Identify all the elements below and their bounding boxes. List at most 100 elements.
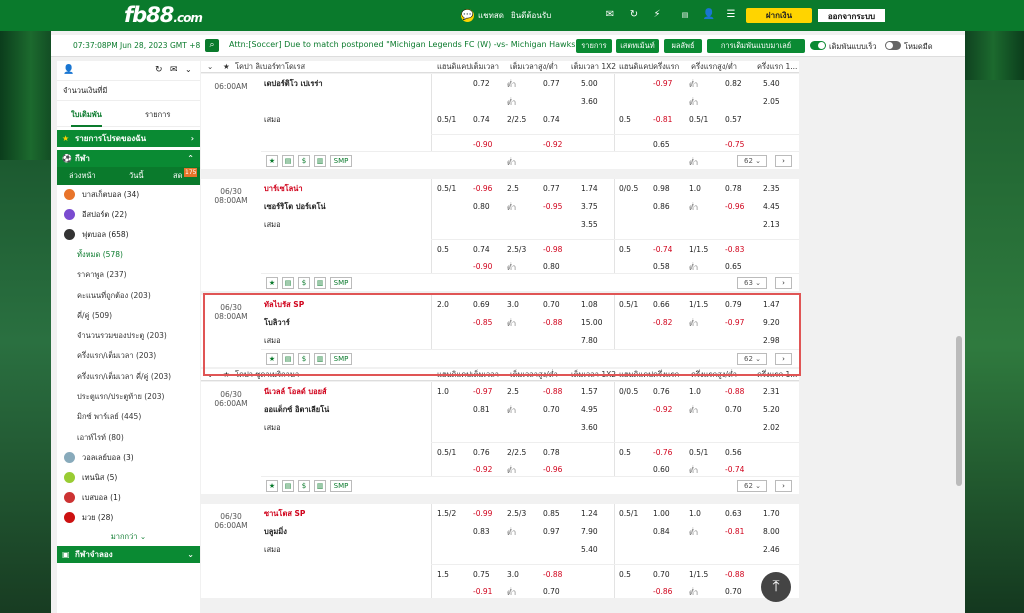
- home-team[interactable]: เดปอร์ติโว เปเรร่า: [264, 75, 434, 93]
- odds-cell[interactable]: 0.76: [473, 448, 490, 457]
- odds-cell[interactable]: 5.20: [763, 405, 780, 414]
- odds-cell[interactable]: 3.55: [581, 220, 598, 229]
- submenu-item[interactable]: ครึ่งแรก/เต็มเวลา คี่/คู่ (203): [57, 367, 200, 387]
- mail-small-icon[interactable]: ✉: [170, 65, 178, 75]
- odds-cell[interactable]: -0.83: [725, 245, 744, 254]
- cashout-icon[interactable]: $: [298, 155, 310, 167]
- chevron-down-icon[interactable]: ⌄: [185, 65, 192, 74]
- odds-cell[interactable]: -0.96: [473, 184, 492, 193]
- list-button[interactable]: รายการ: [576, 39, 612, 53]
- site-logo[interactable]: fb88.com: [124, 3, 203, 27]
- flash-icon[interactable]: ⚡: [650, 9, 664, 21]
- odds-cell[interactable]: 0.5: [619, 570, 631, 579]
- cashout-icon[interactable]: $: [298, 277, 310, 289]
- odds-cell[interactable]: 0.70: [653, 570, 670, 579]
- stats-icon[interactable]: ▤: [282, 277, 294, 289]
- next-button[interactable]: ›: [775, 155, 792, 167]
- odds-cell[interactable]: 5.40: [763, 79, 780, 88]
- odds-cell[interactable]: 0.76: [653, 387, 670, 396]
- sport-item[interactable]: อีสปอร์ต (22): [57, 205, 200, 225]
- home-team[interactable]: นีเวลล์ โอลด์ บอยส์: [264, 383, 434, 401]
- live-chat-link[interactable]: แชทสด: [478, 9, 504, 22]
- odds-cell[interactable]: -0.88: [543, 387, 562, 396]
- settings-icon[interactable]: ☰: [724, 9, 738, 21]
- odds-cell[interactable]: 5.00: [581, 79, 598, 88]
- odds-cell[interactable]: 0.81: [473, 405, 490, 414]
- odds-cell[interactable]: -0.92: [543, 140, 562, 149]
- odds-cell[interactable]: 0.84: [653, 527, 670, 536]
- odds-cell[interactable]: 0.70: [725, 405, 742, 414]
- submenu-item[interactable]: เอาท์ไรท์ (80): [57, 428, 200, 448]
- odds-cell[interactable]: -0.81: [725, 527, 744, 536]
- odds-cell[interactable]: 3.75: [581, 202, 598, 211]
- announcement-text[interactable]: Attn:[Soccer] Due to match postponed "Mi…: [229, 40, 596, 49]
- odds-cell[interactable]: -0.91: [473, 587, 492, 596]
- submenu-item[interactable]: มิกซ์ พาร์เลย์ (445): [57, 407, 200, 427]
- odds-cell[interactable]: -0.96: [725, 202, 744, 211]
- submenu-item[interactable]: ครึ่งแรก/เต็มเวลา (203): [57, 346, 200, 366]
- odds-cell[interactable]: 0.74: [473, 245, 490, 254]
- odds-cell[interactable]: 0.70: [543, 587, 560, 596]
- more-markets-select[interactable]: 63 ⌄: [737, 277, 767, 289]
- league-header[interactable]: ⌄ ★ โคปา ลิเบอร์ทาโดเรส แฮนดิแคปเต็มเวลา เต็…: [201, 61, 799, 73]
- chart-icon[interactable]: ▥: [314, 155, 326, 167]
- odds-cell[interactable]: 1/1.5: [689, 570, 708, 579]
- odds-cell[interactable]: 0.86: [653, 202, 670, 211]
- odds-cell[interactable]: 0.80: [543, 262, 560, 271]
- odds-cell[interactable]: 2.13: [763, 220, 780, 229]
- smp-button[interactable]: SMP: [330, 155, 352, 167]
- results-button[interactable]: ผลลัพธ์: [664, 39, 702, 53]
- sports-bar[interactable]: ⚽ กีฬา ⌃: [57, 150, 200, 167]
- chart-icon[interactable]: ▥: [314, 277, 326, 289]
- away-team[interactable]: [264, 93, 434, 111]
- tab-live[interactable]: สด: [173, 167, 182, 185]
- favorite-icon[interactable]: ★: [266, 277, 278, 289]
- odds-cell[interactable]: -0.81: [653, 115, 672, 124]
- away-team[interactable]: เซอร์ริโต ปอร์เตโน่: [264, 198, 434, 216]
- odds-cell[interactable]: 1.00: [653, 509, 670, 518]
- odds-cell[interactable]: 0.70: [543, 405, 560, 414]
- submenu-item[interactable]: ประตูแรก/ประตูท้าย (203): [57, 387, 200, 407]
- sport-item[interactable]: เบสบอล (1): [57, 488, 200, 508]
- smp-button[interactable]: SMP: [330, 480, 352, 492]
- collapse-icon[interactable]: ⌄: [207, 61, 213, 73]
- odds-cell[interactable]: -0.97: [473, 387, 492, 396]
- odds-cell[interactable]: -0.74: [653, 245, 672, 254]
- odds-cell[interactable]: -0.92: [473, 465, 492, 474]
- smp-button[interactable]: SMP: [330, 277, 352, 289]
- odds-cell[interactable]: 0.80: [473, 202, 490, 211]
- odds-cell[interactable]: 0.97: [543, 527, 560, 536]
- odds-cell[interactable]: 0/0.5: [619, 184, 638, 193]
- more-sports-link[interactable]: มากกว่า ⌄: [57, 528, 200, 546]
- next-button[interactable]: ›: [775, 480, 792, 492]
- chat-icon[interactable]: 💬: [461, 9, 474, 22]
- tab-mybets[interactable]: รายการ: [145, 105, 170, 125]
- favorites-bar[interactable]: ★ รายการโปรดของฉัน ›: [57, 130, 200, 147]
- quick-bet-toggle[interactable]: [810, 41, 826, 50]
- odds-cell[interactable]: 1.57: [581, 387, 598, 396]
- odds-cell[interactable]: 0.65: [653, 140, 670, 149]
- odds-cell[interactable]: 3.60: [581, 97, 598, 106]
- odds-cell[interactable]: 0.56: [725, 448, 742, 457]
- odds-cell[interactable]: -0.96: [543, 465, 562, 474]
- chart-icon[interactable]: ▥: [314, 480, 326, 492]
- odds-cell[interactable]: 0.65: [725, 262, 742, 271]
- home-team[interactable]: ซานโตส SP: [264, 505, 434, 523]
- odds-cell[interactable]: 2/2.5: [507, 448, 526, 457]
- promo-icon[interactable]: ▤: [676, 9, 694, 21]
- odds-cell[interactable]: -0.76: [653, 448, 672, 457]
- odds-cell[interactable]: 4.45: [763, 202, 780, 211]
- odds-cell[interactable]: 2.5/3: [507, 509, 526, 518]
- star-icon[interactable]: ★: [223, 61, 230, 73]
- odds-cell[interactable]: 0.77: [543, 79, 560, 88]
- odds-cell[interactable]: 0.75: [473, 570, 490, 579]
- odds-cell[interactable]: 0.5: [437, 245, 449, 254]
- odds-cell[interactable]: 2.02: [763, 423, 780, 432]
- odds-cell[interactable]: 0.70: [725, 587, 742, 596]
- odds-cell[interactable]: 1.74: [581, 184, 598, 193]
- odds-cell[interactable]: 0.5/1: [437, 448, 456, 457]
- tab-today[interactable]: วันนี้: [129, 167, 143, 185]
- odds-cell[interactable]: 2.35: [763, 184, 780, 193]
- tab-early[interactable]: ล่วงหน้า: [69, 167, 96, 187]
- odds-cell[interactable]: -0.75: [725, 140, 744, 149]
